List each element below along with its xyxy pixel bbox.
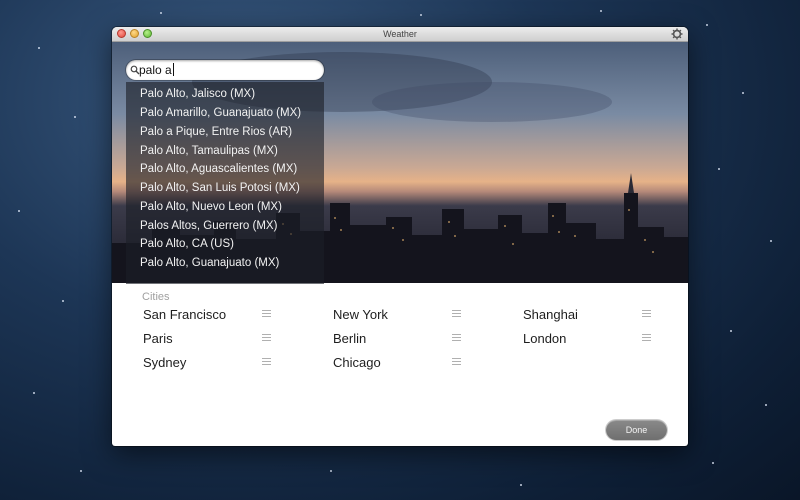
text-caret xyxy=(172,63,174,76)
drag-handle-icon[interactable] xyxy=(452,334,461,342)
drag-handle-icon[interactable] xyxy=(452,310,461,318)
suggestion-item[interactable]: Palo Amarillo, Guanajuato (MX) xyxy=(140,104,301,122)
drag-handle-icon[interactable] xyxy=(642,310,651,318)
drag-handle-icon[interactable] xyxy=(262,358,271,366)
city-item-sydney[interactable]: Sydney xyxy=(143,354,186,372)
done-button[interactable]: Done xyxy=(606,420,667,440)
title-bar[interactable]: Weather xyxy=(112,27,688,42)
suggestion-item[interactable]: Palos Altos, Guerrero (MX) xyxy=(140,217,277,235)
search-suggestions-list: Palo Alto, Jalisco (MX) Palo Amarillo, G… xyxy=(126,82,324,284)
weather-window: Weather palo a Palo Alto, Jalisco (MX) P… xyxy=(112,27,688,446)
suggestion-item[interactable]: Palo Alto, Guanajuato (MX) xyxy=(140,254,279,272)
city-item-chicago[interactable]: Chicago xyxy=(333,354,381,372)
suggestion-item[interactable]: Palo Alto, Tamaulipas (MX) xyxy=(140,142,278,160)
city-item-shanghai[interactable]: Shanghai xyxy=(523,306,578,324)
city-item-san-francisco[interactable]: San Francisco xyxy=(143,306,226,324)
drag-handle-icon[interactable] xyxy=(452,358,461,366)
suggestion-item[interactable]: Palo a Pique, Entre Rios (AR) xyxy=(140,123,292,141)
search-input-value: palo a xyxy=(139,63,174,77)
city-search-input[interactable]: palo a xyxy=(126,60,324,80)
city-item-london[interactable]: London xyxy=(523,330,566,348)
suggestion-item[interactable]: Palo Alto, Nuevo Leon (MX) xyxy=(140,198,282,216)
suggestion-item[interactable]: Palo Alto, Jalisco (MX) xyxy=(140,85,255,103)
suggestion-item[interactable]: Palo Alto, CA (US) xyxy=(140,235,234,253)
city-item-berlin[interactable]: Berlin xyxy=(333,330,366,348)
suggestion-item[interactable]: Palo Alto, Aguascalientes (MX) xyxy=(140,160,297,178)
window-title: Weather xyxy=(383,29,417,39)
gear-icon[interactable] xyxy=(671,28,683,40)
city-item-paris[interactable]: Paris xyxy=(143,330,173,348)
cities-heading: Cities xyxy=(142,291,170,303)
city-item-new-york[interactable]: New York xyxy=(333,306,388,324)
drag-handle-icon[interactable] xyxy=(642,334,651,342)
suggestion-item[interactable]: Palo Alto, San Luis Potosi (MX) xyxy=(140,179,300,197)
drag-handle-icon[interactable] xyxy=(262,310,271,318)
drag-handle-icon[interactable] xyxy=(262,334,271,342)
